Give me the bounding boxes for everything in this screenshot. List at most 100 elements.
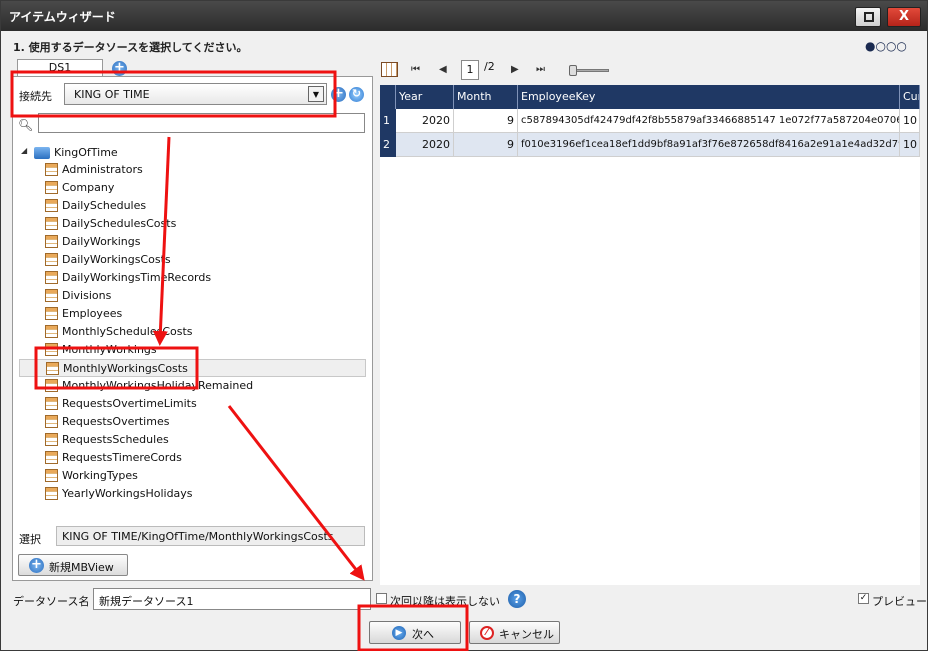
preview-pager: ⏮ ◀ 1 /2 ▶ ⏭ (381, 59, 921, 83)
table-icon (45, 325, 58, 338)
table-icon (45, 253, 58, 266)
tree-item-label: DailySchedulesCosts (62, 217, 177, 230)
item-wizard-window: アイテムウィザード X 1. 使用するデータソースを選択してください。 ●○○○… (0, 0, 928, 651)
title-bar: アイテムウィザード X (1, 1, 927, 31)
tree-item[interactable]: DailyWorkings (19, 233, 366, 251)
grid-header-month[interactable]: Month (454, 85, 518, 109)
selection-label: 選択 (19, 533, 41, 546)
datasource-name-input[interactable]: 新規データソース1 (93, 588, 371, 610)
tree-item[interactable]: RequestsOvertimes (19, 413, 366, 431)
tree-item[interactable]: DailyWorkingsCosts (19, 251, 366, 269)
table-icon (45, 379, 58, 392)
cell-month[interactable]: 9 (454, 133, 518, 157)
next-page-icon[interactable]: ▶ (511, 64, 519, 75)
tree-item[interactable]: Company (19, 179, 366, 197)
tree-item[interactable]: MonthlyWorkings (19, 341, 366, 359)
tree-item[interactable]: WorkingTypes (19, 467, 366, 485)
grid-header-year[interactable]: Year (396, 85, 454, 109)
tree-item-label: MonthlyWorkingsCosts (63, 362, 188, 375)
tab-ds1[interactable]: DS1 (17, 59, 103, 77)
tree-item[interactable]: YearlyWorkingsHolidays (19, 485, 366, 503)
tree-item[interactable]: RequestsSchedules (19, 431, 366, 449)
table-icon (45, 181, 58, 194)
grid-header-cur[interactable]: Cur (900, 85, 920, 109)
tree-item-label: DailyWorkings (62, 235, 141, 248)
preview-checkbox[interactable]: ✓ (858, 593, 869, 604)
cell-cur[interactable]: 10 (900, 109, 920, 133)
tree-item[interactable]: DailySchedules (19, 197, 366, 215)
chevron-down-icon[interactable]: ▼ (308, 86, 324, 102)
tree-item[interactable]: Employees (19, 305, 366, 323)
connection-select[interactable]: KING OF TIME ▼ (64, 83, 327, 105)
table-icon (45, 199, 58, 212)
preview-label[interactable]: プレビュー (872, 593, 927, 609)
add-tab-icon[interactable]: + (112, 61, 127, 76)
page-number-input[interactable]: 1 (461, 60, 479, 80)
grid-view-icon[interactable] (381, 62, 398, 77)
hide-next-checkbox[interactable] (376, 593, 387, 604)
tree-root-label: KingOfTime (54, 146, 118, 159)
page-total: /2 (484, 60, 495, 73)
datasource-name-label: データソース名 (13, 595, 90, 608)
tree-item[interactable]: DailySchedulesCosts (19, 215, 366, 233)
close-button[interactable]: X (887, 7, 921, 27)
cell-year[interactable]: 2020 (396, 109, 454, 133)
prev-page-icon[interactable]: ◀ (439, 64, 447, 75)
tree-item-label: RequestsSchedules (62, 433, 169, 446)
tree-item[interactable]: RequestsOvertimeLimits (19, 395, 366, 413)
new-mbview-button[interactable]: + 新規MBView (18, 554, 128, 576)
tree-item[interactable]: Divisions (19, 287, 366, 305)
help-icon[interactable]: ? (508, 590, 526, 608)
next-button-label: 次へ (412, 628, 434, 641)
table-icon (45, 487, 58, 500)
next-button[interactable]: ▶ 次へ (369, 621, 461, 644)
maximize-icon (864, 12, 874, 22)
table-icon (46, 362, 59, 375)
tree-item-label: RequestsOvertimeLimits (62, 397, 197, 410)
maximize-button[interactable] (855, 7, 881, 27)
tree-item[interactable]: DailyWorkingsTimeRecords (19, 269, 366, 287)
tree-item[interactable]: MonthlyWorkingsHolidayRemained (19, 377, 366, 395)
row-number: 1 (380, 109, 396, 133)
cell-year[interactable]: 2020 (396, 133, 454, 157)
cell-employeekey[interactable]: c587894305df42479df42f8b55879af334668851… (518, 109, 900, 133)
cell-cur[interactable]: 10 (900, 133, 920, 157)
tree-item-label: DailyWorkingsCosts (62, 253, 171, 266)
selection-path-value: KING OF TIME/KingOfTime/MonthlyWorkingsC… (62, 530, 334, 543)
connection-label: 接続先 (19, 90, 52, 103)
tree-item-label: Divisions (62, 289, 112, 302)
tree-item-label: RequestsOvertimes (62, 415, 170, 428)
hide-next-label[interactable]: 次回以降は表示しない (390, 593, 500, 609)
search-input[interactable] (38, 113, 365, 133)
selection-path-field: KING OF TIME/KingOfTime/MonthlyWorkingsC… (56, 526, 365, 546)
cancel-button[interactable]: ⁄ キャンセル (469, 621, 560, 644)
tree-item-label: DailySchedules (62, 199, 147, 212)
collapse-triangle-icon[interactable]: ◢ (21, 146, 27, 155)
tree-item-label: MonthlyWorkingsHolidayRemained (62, 379, 254, 392)
tree-item-label: Company (62, 181, 115, 194)
step-instruction: 1. 使用するデータソースを選択してください。 (13, 41, 248, 54)
first-page-icon[interactable]: ⏮ (411, 64, 420, 75)
table-icon (45, 343, 58, 356)
tree-item-label: Administrators (62, 163, 143, 176)
folder-icon (34, 147, 50, 159)
cell-employeekey[interactable]: f010e3196ef1cea18ef1dd9bf8a91af3f76e8726… (518, 133, 900, 157)
tree-item-label: YearlyWorkingsHolidays (62, 487, 193, 500)
tree-item[interactable]: Administrators (19, 161, 366, 179)
tree-item-label: MonthlyWorkings (62, 343, 157, 356)
window-title: アイテムウィザード (9, 10, 116, 24)
tree-item[interactable]: MonthlyWorkingsCosts (19, 359, 366, 377)
last-page-icon[interactable]: ⏭ (536, 64, 545, 75)
zoom-slider-handle[interactable] (569, 65, 577, 76)
tree-item[interactable]: MonthlySchedulesCosts (19, 323, 366, 341)
table-icon (45, 397, 58, 410)
refresh-icon[interactable]: ↻ (349, 87, 364, 102)
cell-month[interactable]: 9 (454, 109, 518, 133)
grid-header-employeekey[interactable]: EmployeeKey (518, 85, 900, 109)
table-icon (45, 433, 58, 446)
tree-item[interactable]: RequestsTimereCords (19, 449, 366, 467)
tab-label: DS1 (48, 61, 72, 74)
plus-circle-icon[interactable]: + (331, 87, 346, 102)
tree-item-label: Employees (62, 307, 123, 320)
table-icon (45, 289, 58, 302)
